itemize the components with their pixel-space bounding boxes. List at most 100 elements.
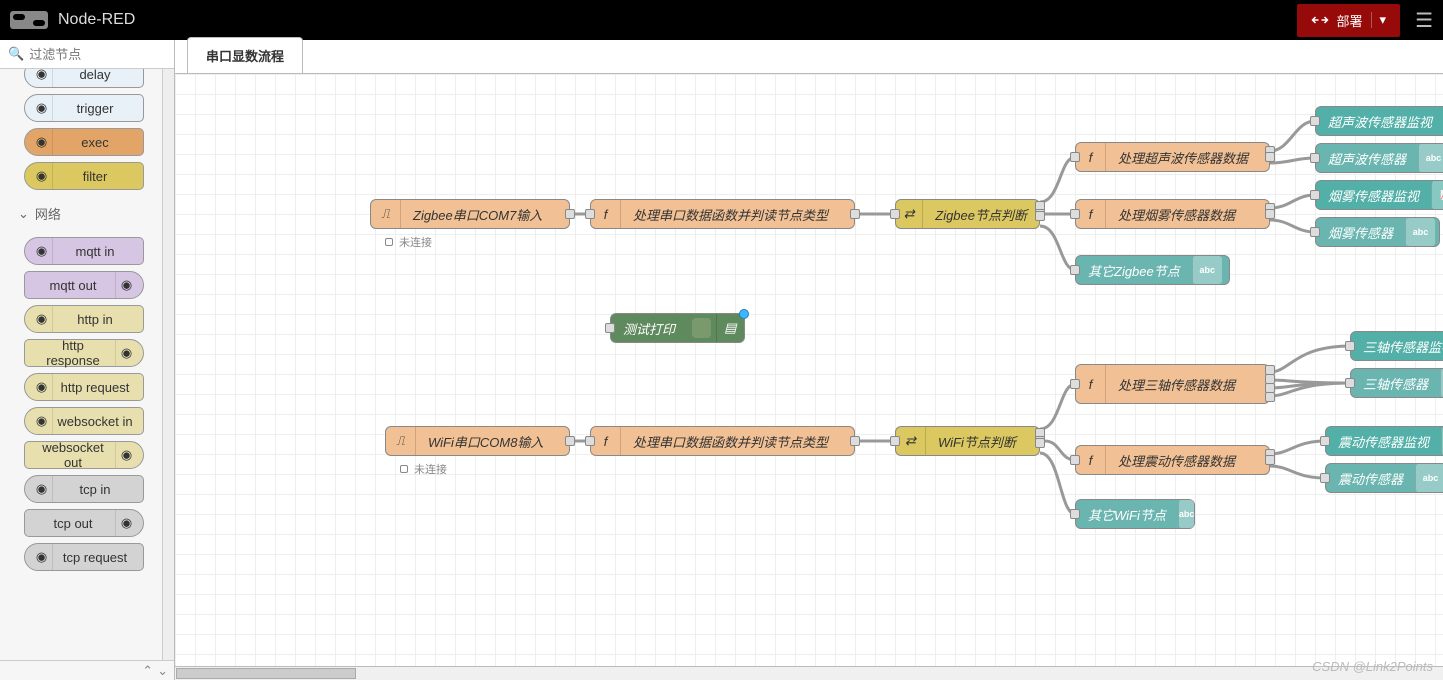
deploy-button[interactable]: 部署 ▾ (1297, 4, 1401, 37)
tab-active[interactable]: 串口显数流程 (187, 37, 303, 73)
palette-node-trigger[interactable]: ◉trigger (24, 94, 144, 122)
palette-node-tcp-out[interactable]: ◉tcp out (24, 509, 144, 537)
switch-icon: ⇄ (896, 200, 923, 228)
node-label: 震动传感器 (1326, 469, 1415, 488)
function-icon: f (1076, 143, 1106, 171)
search-icon: 🔍 (8, 46, 24, 62)
node-chart-smoke[interactable]: 烟雾传感器监视 📈 (1315, 180, 1443, 210)
node-serial-com8[interactable]: ⎍ WiFi串口COM8输入 未连接 (385, 426, 570, 456)
text-icon: abc (1418, 144, 1443, 172)
palette-node-label: exec (53, 135, 137, 150)
node-fn-vibration[interactable]: f 处理震动传感器数据 (1075, 445, 1270, 475)
node-text-ultrasonic[interactable]: 超声波传感器 abc (1315, 143, 1443, 173)
palette-node-mqtt-out[interactable]: ◉mqtt out (24, 271, 144, 299)
palette-node-label: mqtt in (53, 244, 137, 259)
node-label: 其它Zigbee节点 (1076, 261, 1192, 280)
palette-scrollbar[interactable] (162, 69, 174, 660)
palette-node-label: filter (53, 169, 137, 184)
node-type-icon: ◉ (31, 163, 53, 189)
node-type-icon: ◉ (31, 408, 53, 434)
status-text: 未连接 (399, 234, 432, 250)
node-label: Zigbee串口COM7输入 (401, 205, 554, 224)
node-label: 处理超声波传感器数据 (1106, 148, 1260, 167)
node-label: 三轴传感器 (1351, 374, 1440, 393)
palette-node-label: tcp in (53, 482, 137, 497)
node-type-icon: ◉ (31, 374, 53, 400)
chevron-down-icon: ⌄ (18, 206, 29, 222)
debug-toggle[interactable] (692, 318, 711, 338)
node-label: 超声波传感器监视 (1316, 112, 1443, 131)
node-other-wifi[interactable]: 其它WiFi节点 abc (1075, 499, 1195, 529)
node-chart-axis[interactable]: 三轴传感器监视 📈 (1350, 331, 1443, 361)
palette-node-label: http request (53, 380, 137, 395)
palette-node-label: http response (31, 338, 115, 368)
palette-search[interactable]: 🔍 (0, 40, 174, 69)
palette-node-websocket-in[interactable]: ◉websocket in (24, 407, 144, 435)
node-other-zigbee[interactable]: 其它Zigbee节点 abc (1075, 255, 1230, 285)
node-type-icon: ◉ (31, 129, 53, 155)
palette-node-tcp-in[interactable]: ◉tcp in (24, 475, 144, 503)
palette-node-label: delay (53, 69, 137, 82)
node-fn-smoke[interactable]: f 处理烟雾传感器数据 (1075, 199, 1270, 229)
serial-icon: ⎍ (371, 200, 401, 228)
chevron-down-icon[interactable]: ▾ (1371, 12, 1387, 28)
node-fn-axis[interactable]: f 处理三轴传感器数据 (1075, 364, 1270, 404)
palette-node-exec[interactable]: ◉exec (24, 128, 144, 156)
palette-node-filter[interactable]: ◉filter (24, 162, 144, 190)
flow-canvas[interactable]: ⎍ Zigbee串口COM7输入 未连接 f 处理串口数据函数并判读节点类型 ⇄… (175, 74, 1443, 666)
palette-node-tcp-request[interactable]: ◉tcp request (24, 543, 144, 571)
node-label: WiFi串口COM8输入 (416, 432, 555, 451)
node-type-icon: ◉ (31, 238, 53, 264)
palette-node-label: tcp request (53, 550, 137, 565)
collapse-up-icon[interactable]: ⌃ (142, 663, 153, 678)
text-icon: abc (1415, 464, 1443, 492)
menu-button[interactable]: ☰ (1415, 8, 1433, 33)
node-debug[interactable]: 测试打印 ▤ (610, 313, 745, 343)
node-serial-com7[interactable]: ⎍ Zigbee串口COM7输入 未连接 (370, 199, 570, 229)
node-chart-vibration[interactable]: 震动传感器监视 📈 (1325, 426, 1443, 456)
node-label: 烟雾传感器 (1316, 223, 1405, 242)
node-label: 处理串口数据函数并判读节点类型 (621, 205, 840, 224)
palette-node-label: http in (53, 312, 137, 327)
node-text-axis[interactable]: 三轴传感器 abc (1350, 368, 1443, 398)
palette-node-http-in[interactable]: ◉http in (24, 305, 144, 333)
node-switch-wifi[interactable]: ⇄ WiFi节点判断 (895, 426, 1040, 456)
node-label: 震动传感器监视 (1326, 432, 1441, 451)
node-type-icon: ◉ (115, 510, 137, 536)
text-icon: abc (1192, 256, 1222, 284)
palette-footer: ⌃ ⌄ (0, 660, 174, 680)
switch-icon: ⇄ (896, 427, 926, 455)
node-label: 处理烟雾传感器数据 (1106, 205, 1247, 224)
node-type-icon: ◉ (31, 476, 53, 502)
palette-node-websocket-out[interactable]: ◉websocket out (24, 441, 144, 469)
node-type-icon: ◉ (115, 272, 137, 298)
node-label: 测试打印 (611, 319, 687, 338)
node-function-parse2[interactable]: f 处理串口数据函数并判读节点类型 (590, 426, 855, 456)
deploy-label: 部署 (1337, 11, 1363, 30)
node-label: 处理震动传感器数据 (1106, 451, 1247, 470)
palette-node-mqtt-in[interactable]: ◉mqtt in (24, 237, 144, 265)
node-type-icon: ◉ (31, 306, 53, 332)
logo-icon (10, 11, 48, 29)
palette-category-network[interactable]: ⌄网络 (14, 196, 154, 231)
palette-node-label: websocket in (53, 414, 137, 429)
function-icon: f (591, 200, 621, 228)
palette-node-label: tcp out (31, 516, 115, 531)
node-label: 其它WiFi节点 (1076, 505, 1178, 524)
collapse-down-icon[interactable]: ⌄ (157, 663, 168, 678)
palette-node-http-response[interactable]: ◉http response (24, 339, 144, 367)
node-text-vibration[interactable]: 震动传感器 abc (1325, 463, 1443, 493)
node-type-icon: ◉ (31, 95, 53, 121)
search-input[interactable] (29, 47, 174, 62)
horizontal-scrollbar[interactable] (175, 666, 1443, 680)
node-type-icon: ◉ (31, 69, 53, 87)
node-fn-ultrasonic[interactable]: f 处理超声波传感器数据 (1075, 142, 1270, 172)
palette-node-delay[interactable]: ◉delay (24, 69, 144, 88)
node-function-parse1[interactable]: f 处理串口数据函数并判读节点类型 (590, 199, 855, 229)
node-chart-ultrasonic[interactable]: 超声波传感器监视 📈 (1315, 106, 1443, 136)
node-label: Zigbee节点判断 (923, 205, 1039, 224)
node-switch-zigbee[interactable]: ⇄ Zigbee节点判断 (895, 199, 1040, 229)
node-label: 三轴传感器监视 (1351, 337, 1443, 356)
node-text-smoke[interactable]: 烟雾传感器 abc (1315, 217, 1440, 247)
palette-node-http-request[interactable]: ◉http request (24, 373, 144, 401)
